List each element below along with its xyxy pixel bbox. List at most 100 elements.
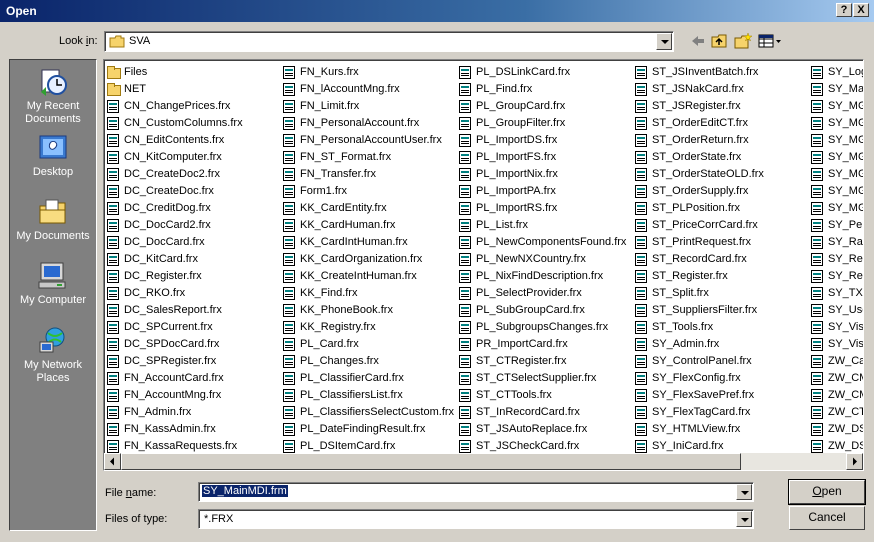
cancel-button[interactable]: Cancel [789, 506, 865, 530]
file-item[interactable]: FN_AccountCard.frx [106, 370, 282, 387]
files-of-type-combo[interactable]: *.FRX [198, 509, 754, 529]
file-item[interactable]: SY_MG [810, 132, 863, 149]
file-item[interactable]: SY_Admin.frx [634, 336, 810, 353]
file-item[interactable]: SY_MG [810, 183, 863, 200]
file-item[interactable]: SY_Use [810, 302, 863, 319]
folder-item[interactable]: NET [106, 81, 282, 98]
file-item[interactable]: KK_CardHuman.frx [282, 217, 458, 234]
file-item[interactable]: SY_MG [810, 149, 863, 166]
create-new-folder-icon[interactable] [733, 32, 753, 50]
file-item[interactable]: ST_CTRegister.frx [458, 353, 634, 370]
file-item[interactable]: SY_Visu [810, 319, 863, 336]
file-item[interactable]: DC_SalesReport.frx [106, 302, 282, 319]
scroll-thumb[interactable] [121, 453, 741, 470]
file-item[interactable]: Form1.frx [282, 183, 458, 200]
file-item[interactable]: ST_JSNakCard.frx [634, 81, 810, 98]
file-item[interactable]: PL_ImportRS.frx [458, 200, 634, 217]
file-item[interactable]: KK_CreateIntHuman.frx [282, 268, 458, 285]
file-item[interactable]: SY_Rat [810, 234, 863, 251]
file-item[interactable]: ST_OrderReturn.frx [634, 132, 810, 149]
scroll-right-button[interactable] [846, 453, 863, 470]
file-item[interactable]: SY_FlexConfig.frx [634, 370, 810, 387]
file-item[interactable]: DC_CreditDog.frx [106, 200, 282, 217]
file-item[interactable]: PL_SelectProvider.frx [458, 285, 634, 302]
file-item[interactable]: FN_AccountMng.frx [106, 387, 282, 404]
file-item[interactable]: KK_Registry.frx [282, 319, 458, 336]
file-item[interactable]: PL_ClassifiersList.frx [282, 387, 458, 404]
file-item[interactable]: PL_Card.frx [282, 336, 458, 353]
file-item[interactable]: ST_PLPosition.frx [634, 200, 810, 217]
file-item[interactable]: SY_Reg [810, 251, 863, 268]
file-item[interactable]: ZW_CM [810, 370, 863, 387]
file-item[interactable]: CN_KitComputer.frx [106, 149, 282, 166]
file-item[interactable]: FN_Admin.frx [106, 404, 282, 421]
file-item[interactable]: SY_MG [810, 166, 863, 183]
file-item[interactable]: FN_PersonalAccountUser.frx [282, 132, 458, 149]
file-item[interactable]: KK_CardOrganization.frx [282, 251, 458, 268]
file-item[interactable]: PL_List.frx [458, 217, 634, 234]
file-item[interactable]: DC_DocCard.frx [106, 234, 282, 251]
file-item[interactable]: DC_KitCard.frx [106, 251, 282, 268]
file-item[interactable]: PL_ImportDS.frx [458, 132, 634, 149]
file-name-input[interactable]: SY_MainMDI.frm [202, 485, 288, 497]
file-item[interactable]: ST_JSRegister.frx [634, 98, 810, 115]
file-item[interactable]: PL_ClassifiersSelectCustom.frx [282, 404, 458, 421]
file-name-dropdown-arrow[interactable] [736, 484, 752, 500]
scroll-left-button[interactable] [104, 453, 121, 470]
file-item[interactable]: PL_Changes.frx [282, 353, 458, 370]
file-item[interactable]: ZW_DS [810, 421, 863, 438]
file-item[interactable]: DC_RKO.frx [106, 285, 282, 302]
file-item[interactable]: PL_ImportNix.frx [458, 166, 634, 183]
file-item[interactable]: DC_SPRegister.frx [106, 353, 282, 370]
open-button[interactable]: Open [788, 479, 866, 505]
file-item[interactable]: ST_Register.frx [634, 268, 810, 285]
up-one-level-icon[interactable] [710, 32, 730, 50]
file-item[interactable]: PL_NewComponentsFound.frx [458, 234, 634, 251]
file-item[interactable]: ST_RecordCard.frx [634, 251, 810, 268]
file-item[interactable]: ST_InRecordCard.frx [458, 404, 634, 421]
file-item[interactable]: FN_KassAdmin.frx [106, 421, 282, 438]
file-item[interactable]: PL_NixFindDescription.frx [458, 268, 634, 285]
file-item[interactable]: DC_DocCard2.frx [106, 217, 282, 234]
file-item[interactable]: ST_OrderSupply.frx [634, 183, 810, 200]
file-item[interactable]: ST_CTSelectSupplier.frx [458, 370, 634, 387]
file-item[interactable]: ST_PrintRequest.frx [634, 234, 810, 251]
place-my-recent-documents[interactable]: My Recent Documents [10, 66, 96, 126]
close-button[interactable]: X [853, 3, 869, 17]
file-item[interactable]: SY_MG [810, 200, 863, 217]
file-item[interactable]: SY_MG [810, 115, 863, 132]
files-of-type-dropdown-arrow[interactable] [736, 511, 752, 527]
file-item[interactable]: DC_SPCurrent.frx [106, 319, 282, 336]
file-item[interactable]: ZW_Ca [810, 353, 863, 370]
file-item[interactable]: PL_SubgroupsChanges.frx [458, 319, 634, 336]
file-item[interactable]: KK_Find.frx [282, 285, 458, 302]
file-item[interactable]: KK_PhoneBook.frx [282, 302, 458, 319]
file-item[interactable]: KK_CardIntHuman.frx [282, 234, 458, 251]
look-in-dropdown-arrow[interactable] [656, 33, 672, 50]
file-list[interactable]: Files NET CN_ChangePrices.frx CN_CustomColu… [103, 59, 864, 471]
file-item[interactable]: ST_JSInventBatch.frx [634, 64, 810, 81]
look-in-combo[interactable]: SVA [104, 31, 674, 52]
file-item[interactable]: FN_lAccountMng.frx [282, 81, 458, 98]
file-item[interactable]: PL_DateFindingResult.frx [282, 421, 458, 438]
help-button[interactable]: ? [836, 3, 852, 17]
file-item[interactable]: SY_HTMLView.frx [634, 421, 810, 438]
file-item[interactable]: SY_ControlPanel.frx [634, 353, 810, 370]
file-item[interactable]: DC_SPDocCard.frx [106, 336, 282, 353]
file-item[interactable]: SY_FlexTagCard.frx [634, 404, 810, 421]
file-item[interactable]: ST_JSAutoReplace.frx [458, 421, 634, 438]
file-item[interactable]: PL_GroupCard.frx [458, 98, 634, 115]
file-item[interactable]: ZW_CM [810, 387, 863, 404]
file-item[interactable]: PL_GroupFilter.frx [458, 115, 634, 132]
file-item[interactable]: DC_CreateDoc.frx [106, 183, 282, 200]
file-item[interactable]: SY_Log [810, 64, 863, 81]
file-item[interactable]: CN_ChangePrices.frx [106, 98, 282, 115]
file-item[interactable]: PR_ImportCard.frx [458, 336, 634, 353]
place-my-computer[interactable]: My Computer [10, 260, 96, 307]
file-item[interactable]: CN_EditContents.frx [106, 132, 282, 149]
view-menu-icon[interactable] [757, 32, 783, 50]
file-item[interactable]: PL_DSLinkCard.frx [458, 64, 634, 81]
file-item[interactable]: SY_Visu [810, 336, 863, 353]
horizontal-scrollbar[interactable] [104, 453, 863, 470]
file-item[interactable]: ST_SuppliersFilter.frx [634, 302, 810, 319]
